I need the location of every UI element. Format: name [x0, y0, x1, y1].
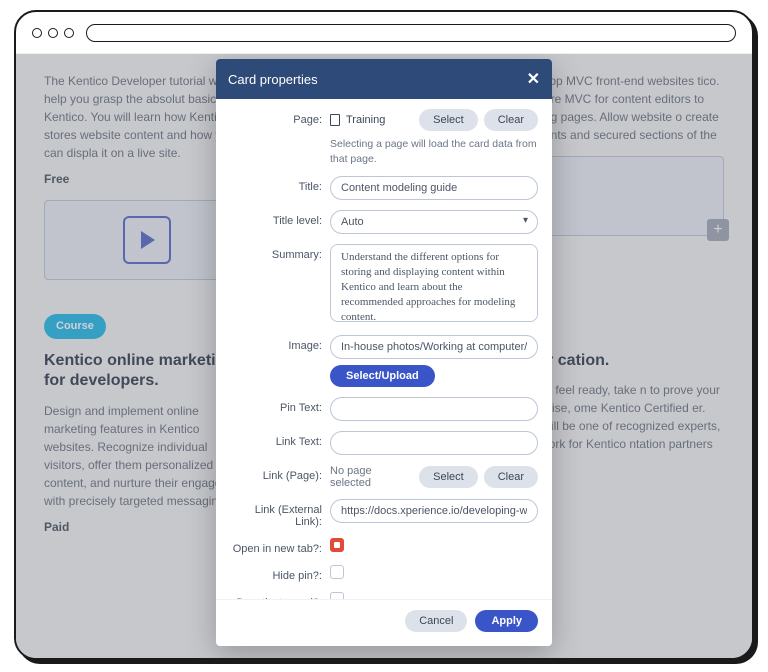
label-open-new-tab: Open in new tab?:	[230, 538, 322, 555]
traffic-lights	[32, 28, 74, 38]
link-page-value: No page selected	[330, 465, 413, 489]
page-value: Training	[330, 114, 385, 126]
traffic-dot[interactable]	[64, 28, 74, 38]
label-pin-text: Pin Text:	[230, 397, 322, 414]
image-input[interactable]	[330, 335, 538, 359]
link-page-select-button[interactable]: Select	[419, 466, 478, 488]
page-icon	[330, 114, 340, 126]
modal-header: Card properties ✕	[216, 59, 552, 99]
modal-body: Page: Training Select Clear Selecting a …	[216, 99, 552, 599]
browser-chrome	[16, 12, 752, 54]
label-link-external: Link (External Link):	[230, 499, 322, 528]
hide-pin-checkbox[interactable]	[330, 565, 344, 579]
link-text-input[interactable]	[330, 431, 538, 455]
label-page: Page:	[230, 109, 322, 126]
page-note: Selecting a page will load the card data…	[330, 137, 538, 166]
url-bar[interactable]	[86, 24, 736, 42]
select-upload-button[interactable]: Select/Upload	[330, 365, 435, 387]
apply-button[interactable]: Apply	[475, 610, 538, 632]
card-properties-modal: Card properties ✕ Page: Training Select	[216, 59, 552, 646]
label-title-level: Title level:	[230, 210, 322, 227]
label-link-text: Link Text:	[230, 431, 322, 448]
viewport: The Kentico Developer tutorial will help…	[16, 54, 752, 660]
title-level-select[interactable]: Auto	[330, 210, 538, 234]
label-title: Title:	[230, 176, 322, 193]
modal-footer: Cancel Apply	[216, 599, 552, 646]
label-summary: Summary:	[230, 244, 322, 261]
deactivate-checkbox[interactable]	[330, 592, 344, 599]
open-new-tab-checkbox[interactable]	[330, 538, 344, 552]
browser-frame: The Kentico Developer tutorial will help…	[14, 10, 754, 660]
title-input[interactable]	[330, 176, 538, 200]
page-select-button[interactable]: Select	[419, 109, 478, 131]
close-icon[interactable]: ✕	[527, 69, 540, 89]
link-page-clear-button[interactable]: Clear	[484, 466, 538, 488]
label-image: Image:	[230, 335, 322, 352]
traffic-dot[interactable]	[32, 28, 42, 38]
page-clear-button[interactable]: Clear	[484, 109, 538, 131]
label-hide-pin: Hide pin?:	[230, 565, 322, 582]
cancel-button[interactable]: Cancel	[405, 610, 467, 632]
label-deactivate: Deactivate card?:	[230, 592, 322, 599]
modal-title: Card properties	[228, 72, 318, 87]
label-link-page: Link (Page):	[230, 465, 322, 482]
pin-text-input[interactable]	[330, 397, 538, 421]
traffic-dot[interactable]	[48, 28, 58, 38]
link-external-input[interactable]	[330, 499, 538, 523]
summary-textarea[interactable]: Understand the different options for sto…	[330, 244, 538, 322]
